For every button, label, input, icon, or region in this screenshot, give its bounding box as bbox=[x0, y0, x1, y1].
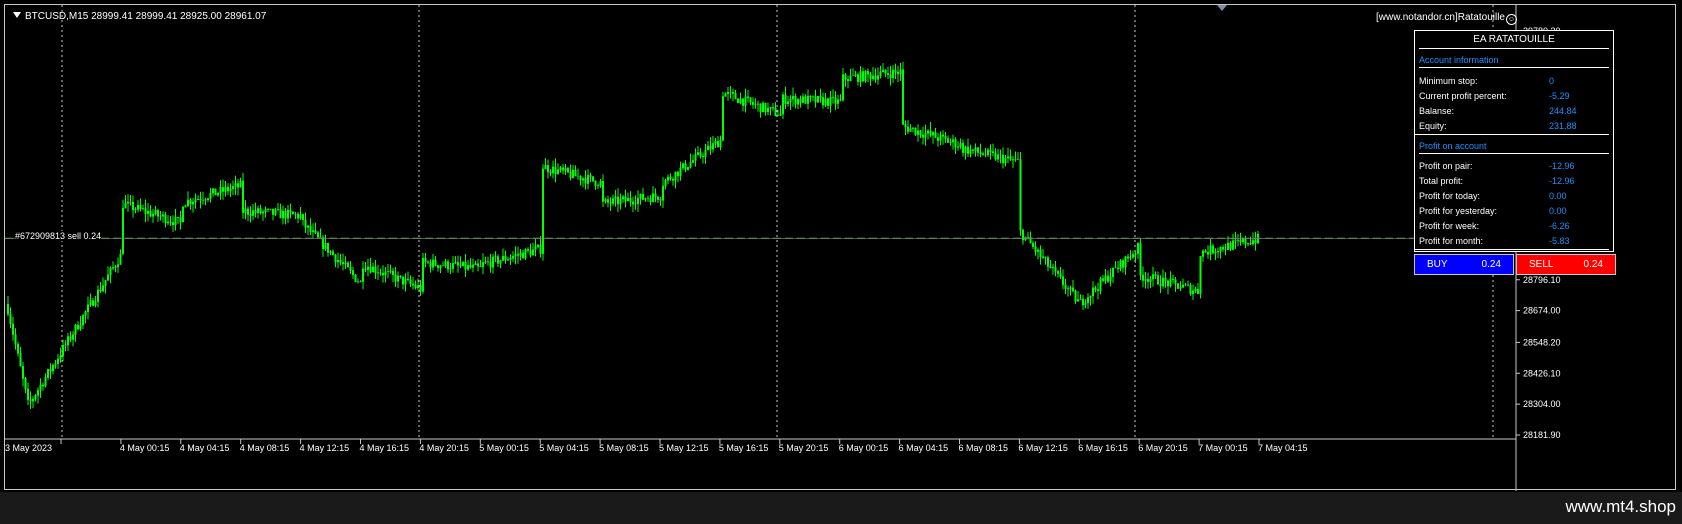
profit-row-value: -5.83 bbox=[1549, 236, 1570, 246]
profit-row-label: Total profit: bbox=[1419, 176, 1464, 186]
account-row-label: Equity: bbox=[1419, 121, 1447, 131]
profit-row-label: Profit for month: bbox=[1419, 236, 1484, 246]
x-tick-label: 6 May 04:15 bbox=[899, 443, 949, 453]
account-rows: Minimum stop: 0 Current profit percent: -5.… bbox=[1415, 74, 1613, 135]
x-tick-label: 6 May 00:15 bbox=[839, 443, 889, 453]
profit-row: Total profit: -12.96 bbox=[1415, 174, 1613, 189]
y-tick-label: 28304.00 bbox=[1523, 399, 1561, 409]
profit-rows: Profit on pair: -12.96 Total profit: -12.96… bbox=[1415, 159, 1613, 250]
account-row-value: 0 bbox=[1549, 76, 1555, 86]
profit-row-label: Profit for yesterday: bbox=[1419, 206, 1498, 216]
x-tick-label: 6 May 12:15 bbox=[1018, 443, 1068, 453]
x-tick-label: 5 May 08:15 bbox=[599, 443, 649, 453]
footer-website[interactable]: www.mt4.shop bbox=[1565, 497, 1676, 517]
x-tick-label: 6 May 16:15 bbox=[1078, 443, 1128, 453]
triangle-down-icon[interactable] bbox=[13, 12, 21, 18]
x-tick-label: 6 May 20:15 bbox=[1138, 443, 1188, 453]
profit-row-label: Profit for week: bbox=[1419, 221, 1480, 231]
x-tick-label: 6 May 08:15 bbox=[959, 443, 1009, 453]
ea-info-panel: EA RATATOUILLE Account information Minim… bbox=[1414, 30, 1614, 252]
x-tick-label: 4 May 20:15 bbox=[419, 443, 469, 453]
chart-area[interactable]: 29780.3029654.5029532.4029410.3029288.20… bbox=[4, 4, 1676, 491]
footer-bar: www.mt4.shop bbox=[0, 492, 1682, 524]
sell-label: SELL bbox=[1529, 259, 1554, 270]
account-row-label: Minimum stop: bbox=[1419, 76, 1478, 86]
order-line-label[interactable]: #672909813 sell 0.24 bbox=[15, 231, 102, 242]
account-row-label: Balanse: bbox=[1419, 106, 1455, 116]
profit-row: Profit for today: 0.00 bbox=[1415, 189, 1613, 204]
profit-row-value: -12.96 bbox=[1549, 161, 1575, 171]
profit-row: Profit on pair: -12.96 bbox=[1415, 159, 1613, 174]
account-row: Minimum stop: 0 bbox=[1415, 74, 1613, 89]
candles-group bbox=[7, 61, 1259, 409]
x-tick-label: 7 May 00:15 bbox=[1198, 443, 1248, 453]
account-row-value: 231.88 bbox=[1549, 121, 1577, 131]
profit-row: Profit for month: -5.83 bbox=[1415, 234, 1609, 250]
account-row: Balanse: 244.84 bbox=[1415, 104, 1613, 119]
x-tick-label: 4 May 08:15 bbox=[240, 443, 290, 453]
y-tick-label: 28426.10 bbox=[1523, 368, 1561, 378]
profit-row-value: -12.96 bbox=[1549, 176, 1575, 186]
symbol-info: BTCUSD,M15 28999.41 28999.41 28925.00 28… bbox=[25, 11, 267, 22]
sell-button[interactable]: SELL 0.24 bbox=[1516, 254, 1616, 275]
account-row-value: -5.29 bbox=[1549, 91, 1570, 101]
website-text: [www.notandor.cn]Ratatouille bbox=[1376, 12, 1505, 23]
profit-row-value: -6.26 bbox=[1549, 221, 1570, 231]
chart-shift-icon bbox=[1217, 5, 1227, 11]
x-tick-label: 4 May 12:15 bbox=[300, 443, 350, 453]
smiley-icon: ☺ bbox=[1506, 14, 1517, 25]
ea-panel-title: EA RATATOUILLE bbox=[1419, 34, 1609, 49]
buy-lot: 0.24 bbox=[1481, 259, 1501, 270]
y-tick-label: 28181.90 bbox=[1523, 430, 1561, 440]
x-tick-label: 3 May 2023 bbox=[5, 443, 52, 453]
website-label: [www.notandor.cn]Ratatouille ☺ bbox=[1376, 12, 1517, 25]
profit-row-value: 0.00 bbox=[1549, 191, 1567, 201]
account-row: Equity: 231.88 bbox=[1415, 119, 1609, 135]
profit-row: Profit for yesterday: 0.00 bbox=[1415, 204, 1613, 219]
account-row-value: 244.84 bbox=[1549, 106, 1577, 116]
buy-label: BUY bbox=[1427, 259, 1448, 270]
x-tick-label: 5 May 16:15 bbox=[719, 443, 769, 453]
x-tick-label: 5 May 00:15 bbox=[479, 443, 529, 453]
y-tick-label: 28674.00 bbox=[1523, 306, 1561, 316]
profit-row: Profit for week: -6.26 bbox=[1415, 219, 1613, 234]
profit-section-title: Profit on account bbox=[1419, 141, 1609, 154]
x-tick-label: 7 May 04:15 bbox=[1258, 443, 1308, 453]
x-tick-label: 4 May 04:15 bbox=[180, 443, 230, 453]
x-tick-label: 5 May 20:15 bbox=[779, 443, 829, 453]
sell-lot: 0.24 bbox=[1583, 259, 1603, 270]
symbol-header: BTCUSD,M15 28999.41 28999.41 28925.00 28… bbox=[13, 11, 266, 22]
x-tick-label: 5 May 12:15 bbox=[659, 443, 709, 453]
y-tick-label: 28796.10 bbox=[1523, 275, 1561, 285]
profit-row-label: Profit for today: bbox=[1419, 191, 1481, 201]
buy-button[interactable]: BUY 0.24 bbox=[1414, 254, 1514, 275]
x-tick-label: 4 May 16:15 bbox=[360, 443, 410, 453]
x-tick-label: 5 May 04:15 bbox=[539, 443, 589, 453]
account-row-label: Current profit percent: bbox=[1419, 91, 1507, 101]
profit-row-value: 0.00 bbox=[1549, 206, 1567, 216]
y-tick-label: 28548.20 bbox=[1523, 337, 1561, 347]
profit-row-label: Profit on pair: bbox=[1419, 161, 1473, 171]
x-tick-label: 4 May 00:15 bbox=[120, 443, 170, 453]
account-row: Current profit percent: -5.29 bbox=[1415, 89, 1613, 104]
account-section-title: Account information bbox=[1419, 55, 1609, 68]
